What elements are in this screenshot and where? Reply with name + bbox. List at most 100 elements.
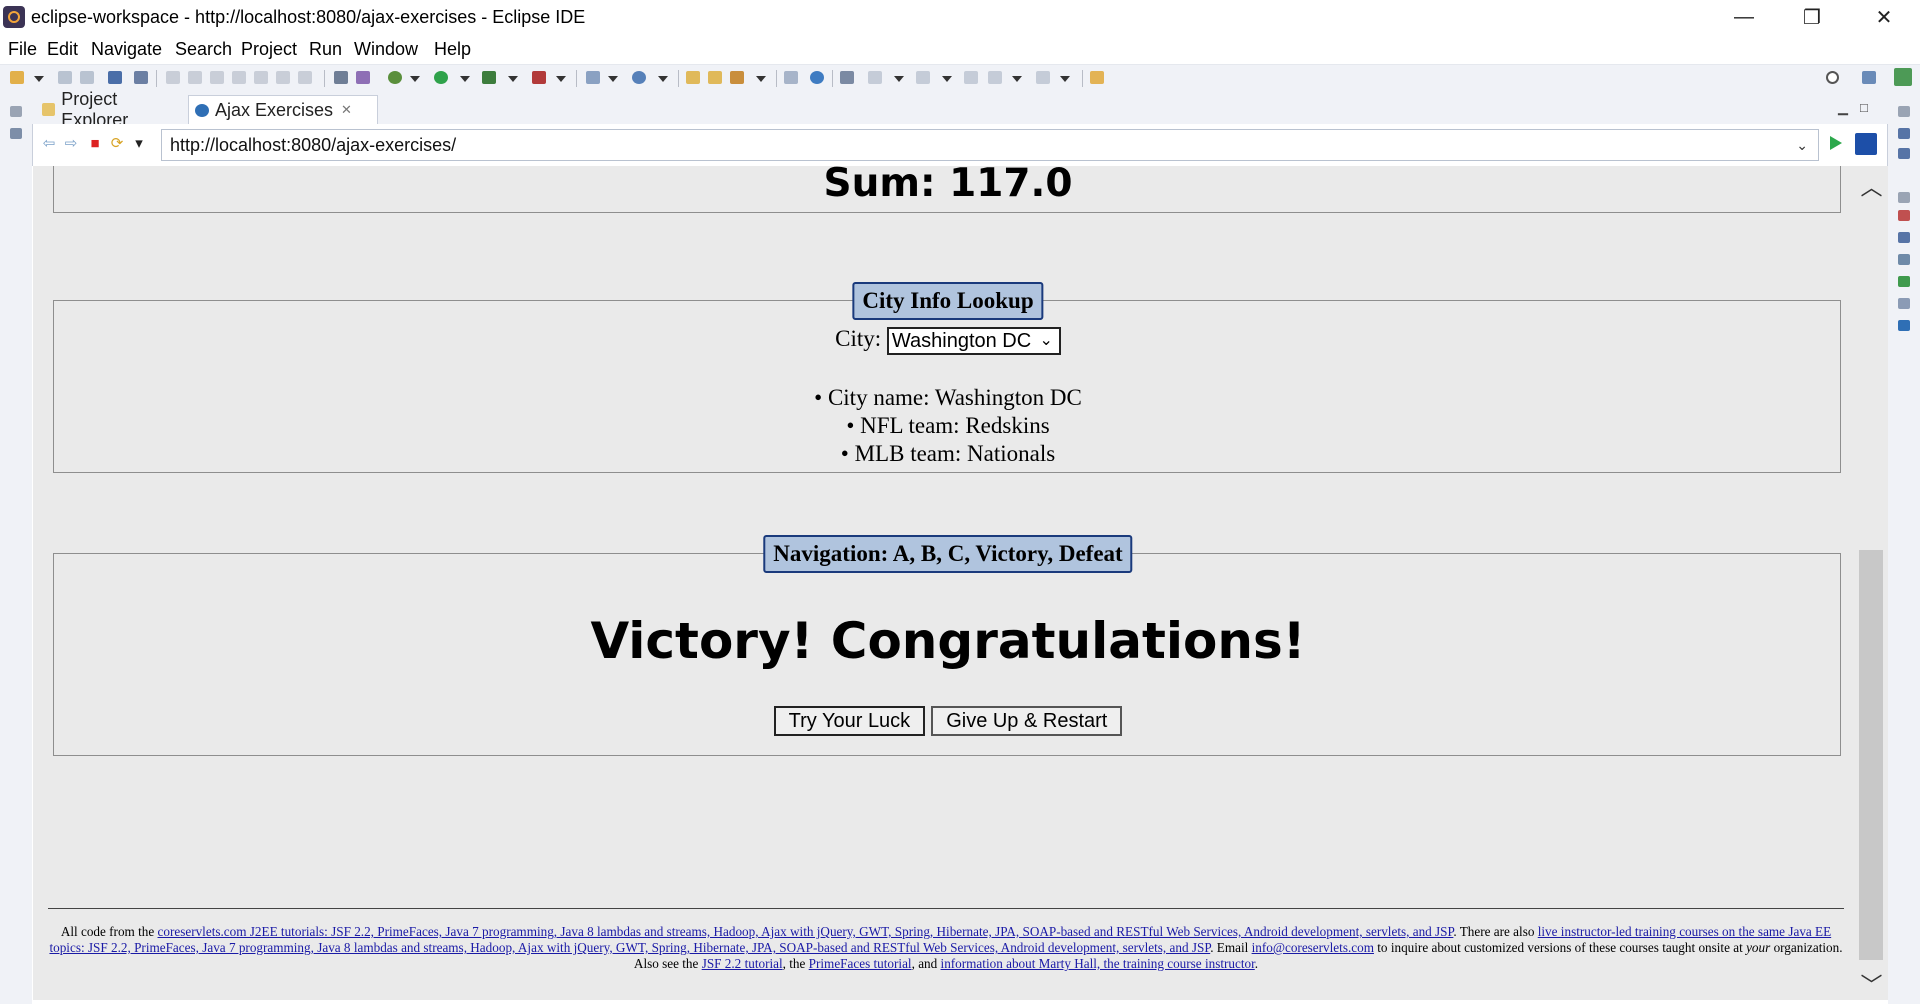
resume-icon[interactable] [166, 71, 180, 84]
search-tool-icon[interactable] [730, 71, 744, 84]
new-web-project-icon[interactable] [632, 71, 646, 84]
open-perspective-icon[interactable] [1862, 71, 1876, 84]
save-icon[interactable] [58, 71, 72, 84]
forward-icon[interactable] [1036, 71, 1050, 84]
next-annotation-dropdown-icon[interactable] [894, 76, 904, 82]
menu-project[interactable]: Project [241, 39, 297, 60]
use-step-filters-icon[interactable] [334, 71, 348, 84]
servers-icon[interactable] [1898, 254, 1910, 265]
scrollbar-thumb[interactable] [1859, 550, 1883, 960]
minimize-button[interactable]: — [1710, 0, 1778, 34]
refresh-icon[interactable]: ⟳ [109, 136, 125, 152]
menu-run[interactable]: Run [309, 39, 342, 60]
restore-view-icon-2[interactable] [1898, 192, 1910, 203]
restore-view-icon[interactable] [10, 106, 22, 117]
forward-icon[interactable]: ⇨ [63, 136, 79, 152]
last-edit-location-icon[interactable] [964, 71, 978, 84]
coverage-icon[interactable] [482, 71, 496, 84]
tab-ajax-exercises[interactable]: Ajax Exercises ✕ [188, 95, 378, 124]
tab-project-explorer[interactable]: Project Explorer [36, 89, 188, 130]
new-dropdown-icon[interactable] [34, 76, 44, 82]
new-server-icon[interactable] [586, 71, 600, 84]
navigation-panel-legend: Navigation: A, B, C, Victory, Defeat [763, 535, 1133, 573]
city-select[interactable]: Washington DC ⌄ [886, 326, 1061, 355]
back-icon[interactable] [988, 71, 1002, 84]
restore-button[interactable]: ❐ [1778, 0, 1846, 34]
maximize-view-icon[interactable]: □ [1860, 100, 1868, 115]
forward-dropdown-icon[interactable] [1060, 76, 1070, 82]
outline-icon[interactable] [1898, 128, 1910, 139]
search-dropdown-icon[interactable] [756, 76, 766, 82]
toggle-breakpoint-icon[interactable] [356, 71, 370, 84]
url-input[interactable]: http://localhost:8080/ajax-exercises/ ⌄ [161, 129, 1819, 161]
disconnect-icon[interactable] [232, 71, 246, 84]
external-tools-dropdown-icon[interactable] [556, 76, 566, 82]
server-dropdown-icon[interactable] [608, 76, 618, 82]
vertical-scrollbar[interactable]: ︿ ﹀ [1855, 166, 1888, 1000]
menu-search[interactable]: Search [175, 39, 232, 60]
back-dropdown-icon[interactable] [1012, 76, 1022, 82]
open-type-icon[interactable] [686, 71, 700, 84]
suspend-icon[interactable] [188, 71, 202, 84]
minimized-view-icon[interactable] [10, 128, 22, 139]
tutorials-link[interactable]: coreservlets.com J2EE tutorials: JSF 2.2… [158, 924, 1454, 939]
javadoc-icon[interactable] [1898, 232, 1910, 243]
task-list-icon[interactable] [1898, 148, 1910, 159]
give-up-restart-button[interactable]: Give Up & Restart [931, 706, 1123, 736]
browser-toolbar: ⇦ ⇨ ■ ⟳ ▾ http://localhost:8080/ajax-exe… [32, 124, 1888, 166]
debug-icon[interactable] [388, 71, 402, 84]
java-ee-perspective-icon[interactable] [1894, 68, 1912, 86]
new-file-icon[interactable] [10, 71, 24, 84]
coverage-dropdown-icon[interactable] [508, 76, 518, 82]
scroll-up-chevron-icon[interactable]: ︿ [1855, 170, 1888, 200]
instructor-info-link[interactable]: information about Marty Hall, the traini… [941, 956, 1255, 971]
primefaces-tutorial-link[interactable]: PrimeFaces tutorial [809, 956, 912, 971]
console-icon[interactable] [1898, 320, 1910, 331]
menu-help[interactable]: Help [434, 39, 471, 60]
problems-icon[interactable] [1898, 210, 1910, 221]
skip-breakpoints-icon[interactable] [134, 71, 148, 84]
previous-annotation-icon[interactable] [916, 71, 930, 84]
go-icon[interactable] [1830, 136, 1842, 150]
open-resource-icon[interactable] [708, 71, 722, 84]
step-return-icon[interactable] [298, 71, 312, 84]
next-annotation-icon[interactable] [868, 71, 882, 84]
step-over-icon[interactable] [276, 71, 290, 84]
jsf-tutorial-link[interactable]: JSF 2.2 tutorial [702, 956, 783, 971]
url-history-chevron-down-icon[interactable]: ⌄ [1796, 137, 1808, 154]
toggle-mark-occurrences-icon[interactable] [784, 71, 798, 84]
close-window-button[interactable]: ✕ [1850, 0, 1918, 34]
search-icon[interactable] [1826, 71, 1839, 84]
try-your-luck-button[interactable]: Try Your Luck [773, 706, 926, 736]
snippets-icon[interactable] [1898, 298, 1910, 309]
open-task-icon[interactable] [1090, 71, 1104, 84]
web-dropdown-icon[interactable] [658, 76, 668, 82]
run-icon[interactable] [434, 71, 448, 84]
open-web-browser-icon[interactable] [810, 71, 824, 84]
stop-icon[interactable]: ■ [87, 136, 103, 152]
external-tools-icon[interactable] [532, 71, 546, 84]
close-tab-icon[interactable]: ✕ [341, 102, 352, 118]
menu-navigate[interactable]: Navigate [91, 39, 162, 60]
menu-window[interactable]: Window [354, 39, 418, 60]
footer-text: , and [911, 956, 941, 971]
save-all-icon[interactable] [80, 71, 94, 84]
back-icon[interactable]: ⇦ [41, 136, 57, 152]
toolbar-separator [1082, 70, 1083, 87]
minimize-view-icon[interactable]: ▁ [1838, 100, 1848, 116]
terminate-icon[interactable] [210, 71, 224, 84]
scroll-down-chevron-icon[interactable]: ﹀ [1855, 968, 1888, 998]
restore-view-icon[interactable] [1898, 106, 1910, 117]
menu-file[interactable]: File [8, 39, 37, 60]
email-link[interactable]: info@coreservlets.com [1252, 940, 1374, 955]
browser-menu-chevron-down-icon[interactable]: ▾ [131, 136, 147, 152]
debug-dropdown-icon[interactable] [410, 76, 420, 82]
run-dropdown-icon[interactable] [460, 76, 470, 82]
terminal-icon[interactable] [108, 71, 122, 84]
data-source-icon[interactable] [1898, 276, 1910, 287]
menu-edit[interactable]: Edit [47, 39, 78, 60]
previous-annotation-dropdown-icon[interactable] [942, 76, 952, 82]
open-external-browser-icon[interactable] [1855, 133, 1877, 155]
pin-editor-icon[interactable] [840, 71, 854, 84]
step-into-icon[interactable] [254, 71, 268, 84]
